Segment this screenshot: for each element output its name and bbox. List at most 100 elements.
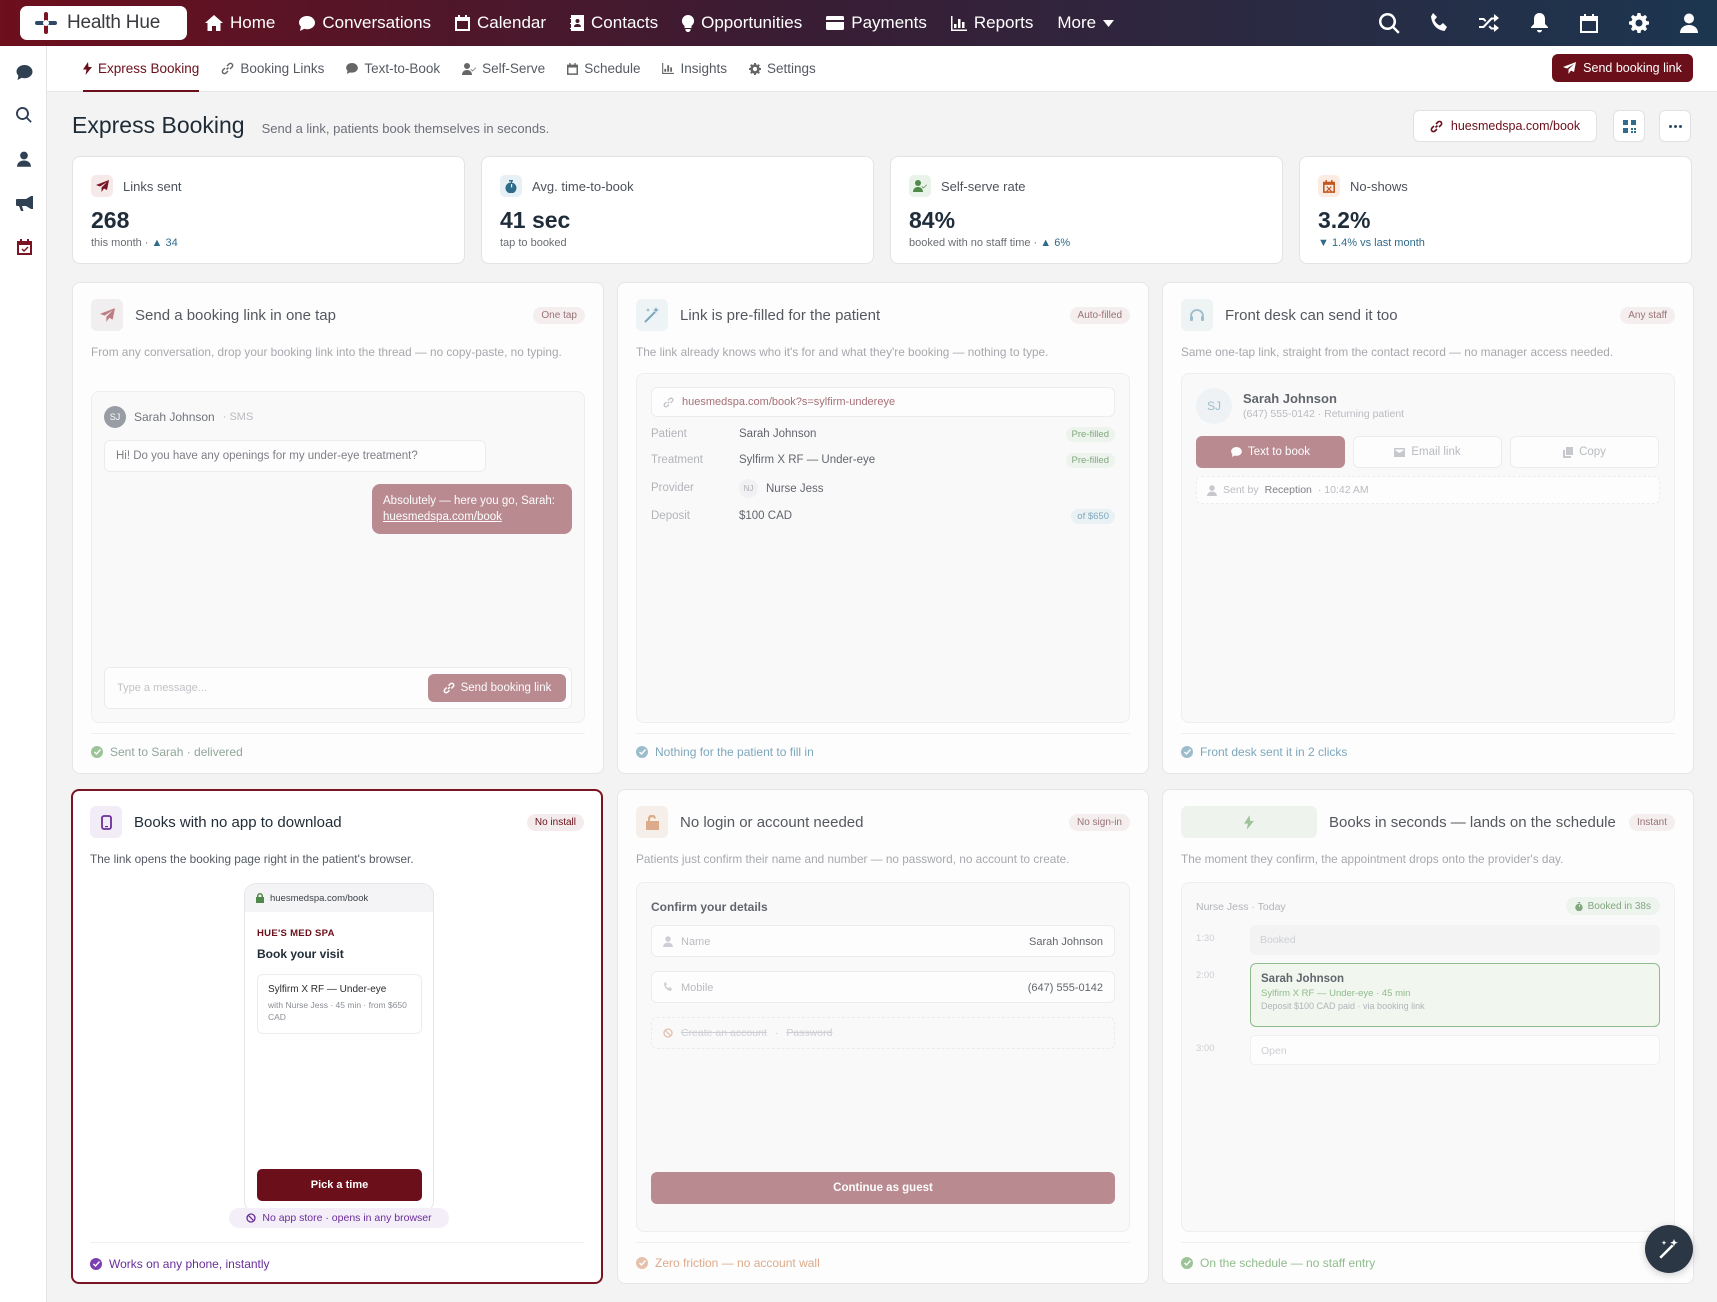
nav-conversations[interactable]: Conversations [287, 0, 443, 46]
check-circle-icon [636, 746, 648, 758]
card-title: Link is pre-filled for the patient [680, 306, 881, 324]
outgoing-message: Absolutely — here you go, Sarah: huesmed… [372, 484, 572, 534]
page-title: Express Booking [72, 112, 245, 138]
settings-button[interactable] [1625, 9, 1653, 37]
phone-button[interactable] [1425, 9, 1453, 37]
copy-link-button[interactable]: Copy [1510, 436, 1659, 468]
card-description: The link opens the booking page right in… [90, 852, 414, 866]
pick-a-time-button[interactable]: Pick a time [257, 1169, 422, 1201]
bar-chart-icon [662, 63, 675, 74]
stat-value: 268 [91, 207, 130, 233]
send-icon [91, 175, 113, 197]
card-no-app: Books with no app to download No install… [71, 789, 603, 1284]
nav-contacts[interactable]: Contacts [558, 0, 670, 46]
card-front-desk: Front desk can send it too Any staff Sam… [1162, 282, 1694, 774]
card-footer: Sent to Sarah · delivered [110, 745, 243, 759]
booking-link[interactable]: huesmedspa.com/book [383, 509, 561, 525]
prohibited-icon [246, 1213, 257, 1223]
slot-booked: Booked [1250, 925, 1660, 955]
page-header: Express Booking Send a link, patients bo… [72, 112, 549, 139]
search-icon [1378, 12, 1400, 34]
profile-button[interactable] [1675, 9, 1703, 37]
nav-opportunities[interactable]: Opportunities [670, 0, 814, 46]
link-icon [443, 682, 454, 694]
card-footer: On the schedule — no staff entry [1200, 1256, 1376, 1270]
text-to-book-button[interactable]: Text to book [1196, 436, 1345, 468]
rail-marketing[interactable] [14, 193, 34, 213]
rail-contacts[interactable] [14, 149, 34, 169]
tab-self-serve[interactable]: Self-Serve [451, 46, 556, 92]
tab-booking-links[interactable]: Booking Links [210, 46, 335, 92]
phone-mockup: huesmedspa.com/book HUE'S MED SPA Book y… [244, 883, 434, 1213]
tab-insights[interactable]: Insights [651, 46, 738, 92]
continue-as-guest-button[interactable]: Continue as guest [651, 1172, 1115, 1204]
rail-search[interactable] [14, 105, 34, 125]
bell-icon [1530, 13, 1548, 33]
stat-value: 84% [909, 207, 956, 233]
nav-payments[interactable]: Payments [814, 0, 939, 46]
browser-address-bar: huesmedspa.com/book [245, 884, 433, 912]
prefill-row-treatment: Treatment Sylfirm X RF — Under-eye Pre-fil… [651, 453, 1115, 468]
user-check-icon [462, 62, 477, 75]
notifications-button[interactable] [1525, 9, 1553, 37]
rail-calendar[interactable] [14, 237, 34, 257]
card-pill: No sign-in [1068, 814, 1130, 831]
booking-url-button[interactable]: huesmedspa.com/book [1413, 110, 1597, 142]
new-appointment[interactable]: Sarah Johnson Sylfirm X RF — Under-eye ·… [1250, 963, 1660, 1027]
slot-open[interactable]: Open [1250, 1035, 1660, 1065]
tab-settings[interactable]: Settings [738, 46, 827, 92]
ai-assistant-button[interactable] [1645, 1225, 1693, 1273]
qr-code-button[interactable] [1613, 110, 1645, 142]
service-card[interactable]: Sylfirm X RF — Under-eye with Nurse Jess… [257, 974, 422, 1034]
search-button[interactable] [1375, 9, 1403, 37]
check-circle-icon [90, 1258, 102, 1270]
mail-icon [1394, 447, 1406, 457]
nav-reports[interactable]: Reports [939, 0, 1046, 46]
search-icon [16, 107, 32, 123]
tab-text-to-book[interactable]: Text-to-Book [335, 46, 451, 92]
calendar-icon [455, 15, 471, 31]
qr-code-icon [1622, 119, 1636, 133]
brand-logo[interactable]: Health Hue [20, 6, 187, 40]
conversation-preview: SJ Sarah Johnson · SMS Hi! Do you have a… [91, 391, 585, 723]
send-icon [1563, 62, 1577, 74]
prohibited-icon [663, 1028, 673, 1038]
stat-links-sent: Links sent 268 this month · ▲ 34 [72, 156, 465, 264]
message-input[interactable]: Type a message... [117, 682, 207, 694]
shuffle-button[interactable] [1475, 9, 1503, 37]
send-booking-link-button[interactable]: Send booking link [428, 674, 566, 702]
tab-express-booking[interactable]: Express Booking [72, 46, 210, 92]
prefilled-url[interactable]: huesmedspa.com/book?s=sylfirm-undereye [651, 387, 1115, 417]
user-icon [663, 936, 673, 947]
prefill-row-provider: Provider NJ Nurse Jess [651, 479, 1115, 498]
calendar-button[interactable] [1575, 9, 1603, 37]
stat-no-shows: No-shows 3.2% ▼ 1.4% vs last month [1299, 156, 1692, 264]
calendar-icon [567, 62, 579, 75]
prefilled-badge: Pre-filled [1065, 453, 1115, 468]
copy-icon [1563, 446, 1574, 458]
mobile-field[interactable]: Mobile (647) 555-0142 [651, 971, 1115, 1003]
tab-schedule[interactable]: Schedule [556, 46, 651, 92]
nav-more[interactable]: More [1045, 0, 1126, 46]
card-title: Send a booking link in one tap [135, 306, 336, 324]
card-no-login: No login or account needed No sign-in Pa… [617, 789, 1149, 1284]
stopwatch-icon [500, 175, 522, 197]
contact-record-preview: SJ Sarah Johnson (647) 555-0142 · Return… [1181, 373, 1675, 723]
schedule-header: Nurse Jess · Today [1196, 901, 1286, 913]
rail-conversations[interactable] [14, 62, 34, 82]
name-field[interactable]: Name Sarah Johnson [651, 925, 1115, 957]
more-options-button[interactable] [1659, 110, 1691, 142]
card-description: Same one-tap link, straight from the con… [1181, 345, 1614, 359]
nav-calendar[interactable]: Calendar [443, 0, 558, 46]
calendar-check-icon [16, 239, 32, 255]
stat-value: 41 sec [500, 207, 571, 233]
email-link-button[interactable]: Email link [1353, 436, 1502, 468]
link-icon [1430, 120, 1443, 132]
nav-home[interactable]: Home [193, 0, 287, 46]
caret-down-icon [1103, 19, 1115, 27]
prefill-row-deposit: Deposit $100 CAD of $650 [651, 509, 1115, 524]
send-booking-link-button[interactable]: Send booking link [1552, 54, 1693, 82]
phone-icon [1431, 13, 1447, 31]
sub-navigation: Express Booking Booking Links Text-to-Bo… [47, 46, 1717, 92]
contact-name: Sarah Johnson [134, 410, 215, 424]
